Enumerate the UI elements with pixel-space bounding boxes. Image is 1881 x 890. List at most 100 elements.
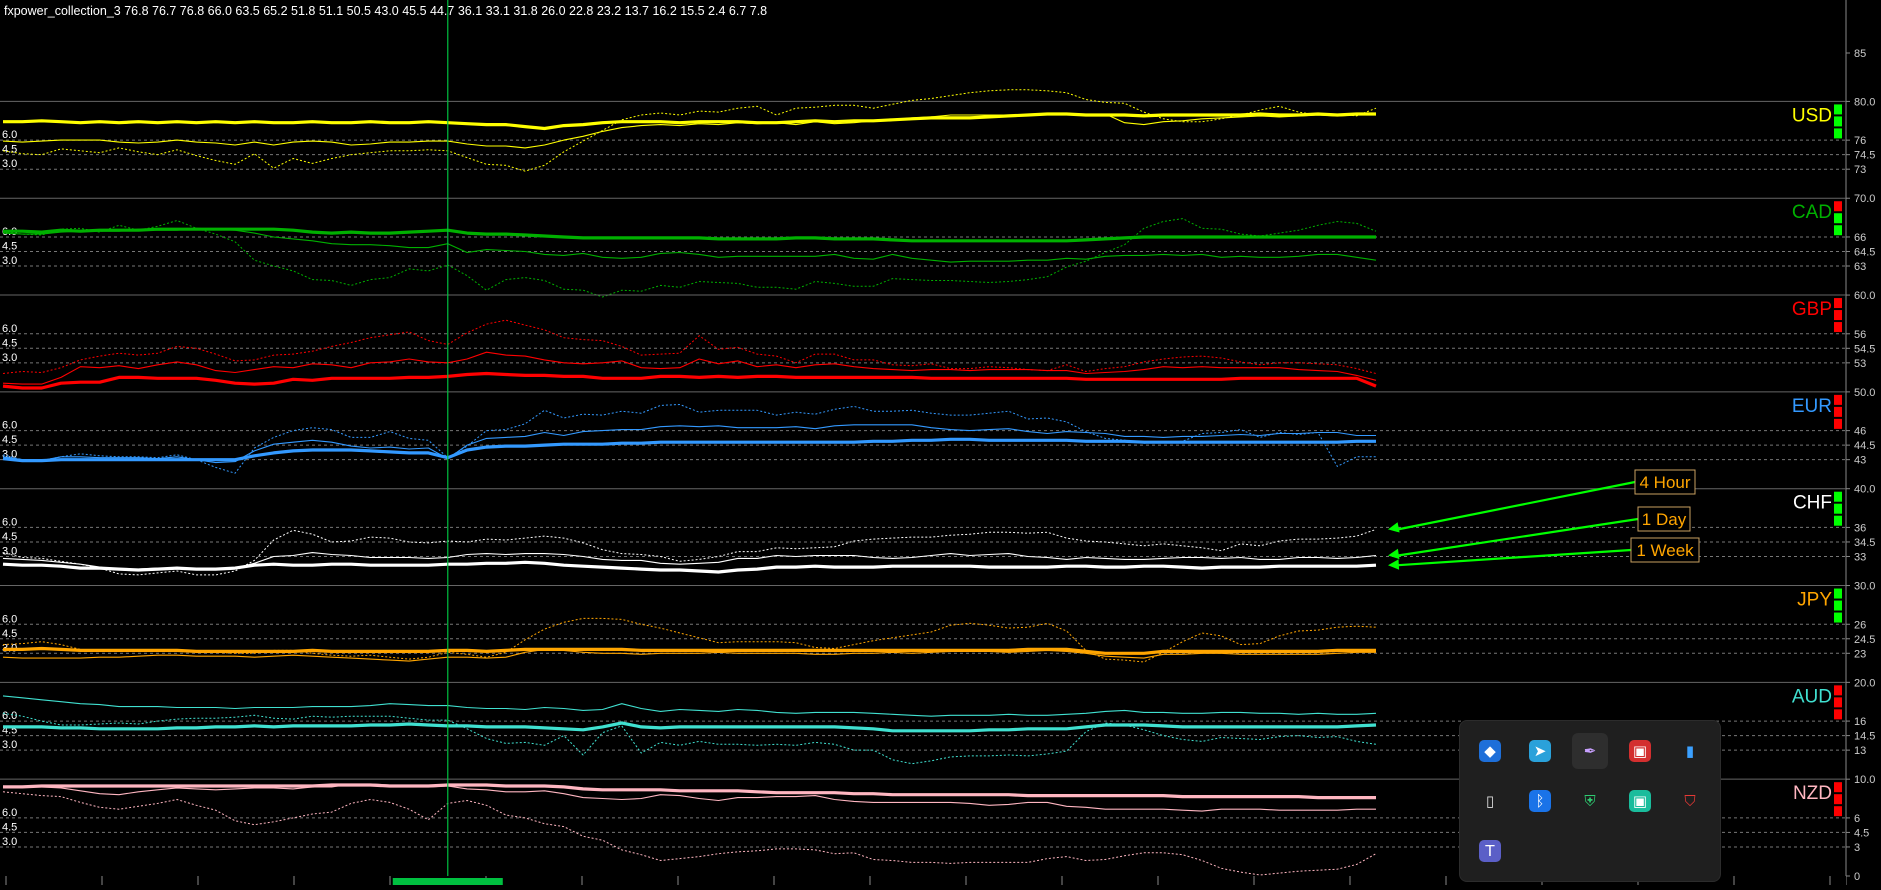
panel-level-label: 6.0 (2, 129, 17, 141)
signal-indicator (1834, 225, 1842, 236)
axis-tick-label: 85 (1854, 48, 1866, 60)
signal-indicator (1834, 322, 1842, 333)
panel-level-label: 6.0 (2, 420, 17, 432)
annotation-label: 1 Week (1636, 541, 1694, 560)
signal-indicator (1834, 612, 1842, 623)
series-nzd-4-hour (2, 791, 1377, 876)
mcafee-icon[interactable]: ⛉ (1672, 783, 1708, 819)
panel-eur: 6.04.53.0EUR (0, 391, 1846, 474)
signal-indicator (1834, 515, 1842, 526)
axis-tick-label: 50.0 (1854, 387, 1875, 399)
amd-icon[interactable]: ▣ (1622, 733, 1658, 769)
axis-tick-label: 16 (1854, 716, 1866, 728)
currency-label-cad: CAD (1792, 202, 1832, 223)
series-usd-4-hour (2, 89, 1377, 172)
annotation-label: 4 Hour (1639, 473, 1690, 492)
teams-icon[interactable]: T (1472, 833, 1508, 869)
series-eur-4-hour (2, 404, 1376, 474)
panel-level-label: 6.0 (2, 516, 17, 528)
defender-icon[interactable]: ⛨ (1572, 783, 1608, 819)
panel-level-label: 6.0 (2, 710, 17, 722)
panel-jpy: 6.04.53.0JPY (0, 585, 1846, 663)
series-aud-1-week (3, 721, 1377, 733)
series-jpy-4-hour (2, 617, 1377, 663)
signal-indicator (1834, 685, 1842, 696)
signal-indicator (1834, 201, 1842, 212)
axis-tick-label: 3 (1854, 842, 1860, 854)
time-cursor-marker (392, 878, 503, 885)
feather-icon[interactable]: ✒ (1572, 733, 1608, 769)
signal-indicator (1834, 491, 1842, 502)
signal-indicator (1834, 709, 1842, 720)
axis-tick-label: 46 (1854, 426, 1866, 438)
signal-indicator (1834, 298, 1842, 309)
axis-tick-label: 14.5 (1854, 731, 1875, 743)
feather-icon-glyph: ✒ (1583, 742, 1597, 760)
axis-tick-label: 43 (1854, 455, 1866, 467)
axis-tick-label: 6 (1854, 813, 1860, 825)
axis-tick-label: 40.0 (1854, 484, 1875, 496)
visual-studio-icon-glyph: ◆ (1479, 740, 1501, 762)
wallet-icon[interactable]: ▣ (1622, 783, 1658, 819)
display-icon[interactable]: ▮ (1672, 733, 1708, 769)
axis-tick-label: 24.5 (1854, 634, 1875, 646)
panel-level-label: 4.5 (2, 337, 17, 349)
signal-indicator (1834, 213, 1842, 224)
currency-label-chf: CHF (1793, 493, 1832, 514)
panel-level-label: 6.0 (2, 323, 17, 335)
axis-tick-label: 0 (1854, 871, 1860, 883)
currency-label-jpy: JPY (1797, 590, 1832, 611)
usb-icon-glyph: ▯ (1485, 792, 1495, 810)
visual-studio-icon[interactable]: ◆ (1472, 733, 1508, 769)
system-tray-overflow: ◆ ➤ ✒ ▣ ▮ ▯ ᛒ ⛨ ▣ ⛉ T (1459, 720, 1721, 882)
panel-usd: 6.0 4.5 3.0 USD (0, 89, 1846, 172)
series-gbp-1-week (2, 371, 1377, 390)
signal-indicator (1834, 128, 1842, 139)
series-nzd-1-week (3, 783, 1376, 800)
axis-tick-label: 80.0 (1854, 96, 1875, 108)
signal-indicator (1834, 806, 1842, 817)
signal-indicator (1834, 782, 1842, 793)
axis-tick-label: 4.5 (1854, 827, 1869, 839)
panel-level-label: 4.5 (2, 628, 17, 640)
axis-tick-label: 30.0 (1854, 581, 1875, 593)
signal-indicator (1834, 104, 1842, 115)
axis-tick-label: 76 (1854, 135, 1866, 147)
series-usd-1-day (2, 112, 1376, 149)
series-gbp-4-hour (2, 319, 1377, 374)
annotation-label: 1 Day (1642, 510, 1687, 529)
usb-icon[interactable]: ▯ (1472, 783, 1508, 819)
panel-level-label: 3.0 (2, 352, 17, 364)
series-cad-1-day (2, 227, 1377, 263)
axis-tick-label: 74.5 (1854, 150, 1875, 162)
panel-level-label: 3.0 (2, 158, 17, 170)
panel-level-label: 6.0 (2, 807, 17, 819)
indicator-header: fxpower_collection_3 76.8 76.7 76.8 66.0… (4, 4, 767, 18)
axis-tick-label: 53 (1854, 358, 1866, 370)
annotation-arrow-line (1397, 548, 1632, 567)
wallet-icon-glyph: ▣ (1629, 790, 1651, 812)
axis-tick-label: 66 (1854, 232, 1866, 244)
mcafee-icon-glyph: ⛉ (1684, 792, 1696, 810)
panel-gbp: 6.0 4.5 3.0 GBP (0, 294, 1846, 390)
axis-tick-label: 13 (1854, 745, 1866, 757)
panel-level-label: 4.5 (2, 240, 17, 252)
amd-icon-glyph: ▣ (1629, 740, 1651, 762)
telegram-icon[interactable]: ➤ (1522, 733, 1558, 769)
bluetooth-icon[interactable]: ᛒ (1522, 783, 1558, 819)
annotation-arrow-head (1388, 559, 1400, 570)
signal-indicator (1834, 418, 1842, 429)
annotation-arrow-head (1388, 522, 1400, 533)
panel-cad: 6.04.53.0CAD (0, 197, 1846, 298)
signal-indicator (1834, 588, 1842, 599)
axis-tick-label: 20.0 (1854, 677, 1875, 689)
currency-label-eur: EUR (1792, 396, 1832, 417)
annotation-arrow-head (1388, 548, 1400, 560)
axis-tick-label: 44.5 (1854, 440, 1875, 452)
signal-indicator (1834, 394, 1842, 405)
signal-indicator (1834, 503, 1842, 514)
bluetooth-icon-glyph: ᛒ (1529, 790, 1551, 812)
currency-label-nzd: NZD (1793, 783, 1832, 804)
panel-chf: 6.04.53.0CHF (0, 488, 1846, 576)
panel-level-label: 4.5 (2, 821, 17, 833)
